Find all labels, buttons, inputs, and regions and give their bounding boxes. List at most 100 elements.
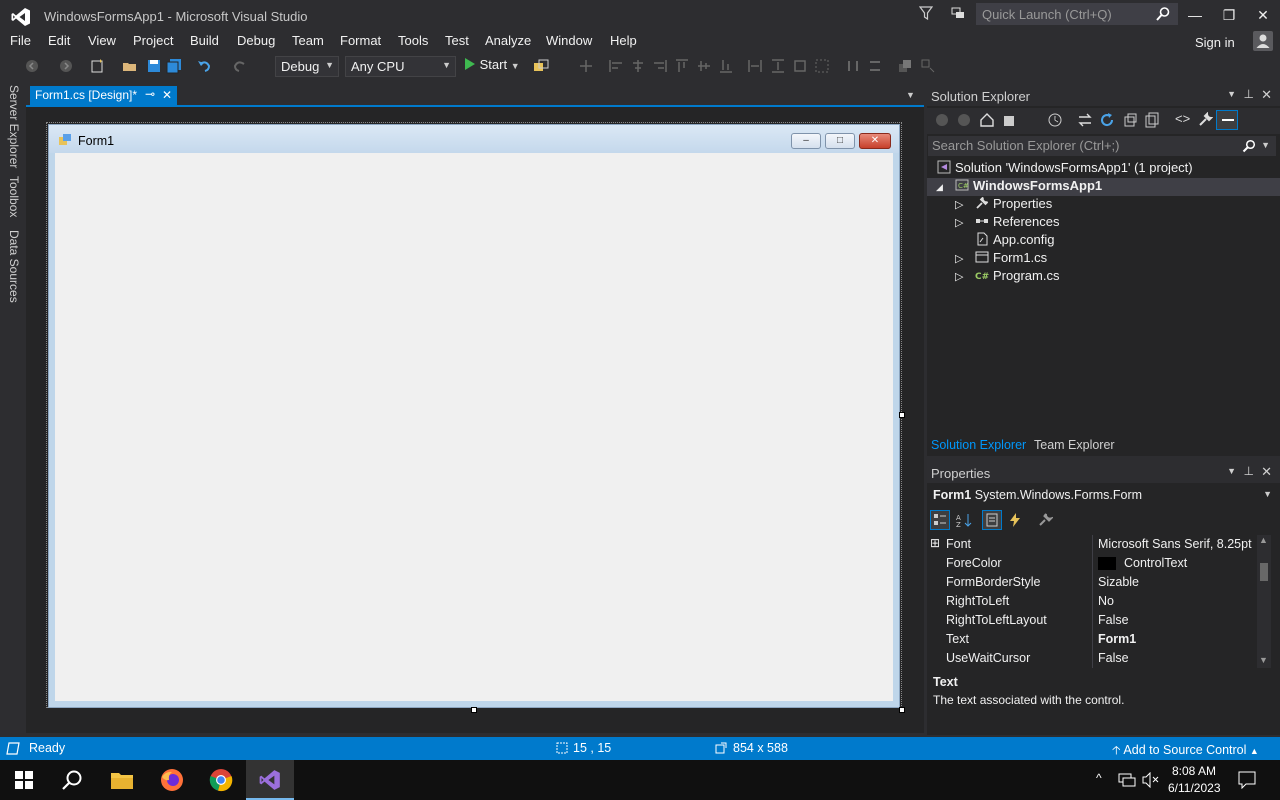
menu-help[interactable]: Help <box>610 33 637 48</box>
tree-item-properties[interactable]: ▷ Properties <box>955 196 1052 214</box>
menu-test[interactable]: Test <box>445 33 469 48</box>
align-tops-icon[interactable] <box>674 58 690 74</box>
property-pages-wrench-icon[interactable] <box>1037 512 1053 528</box>
align-lefts-icon[interactable] <box>608 58 624 74</box>
open-file-icon[interactable] <box>122 58 138 74</box>
scroll-up-icon[interactable]: ▲ <box>1259 535 1268 545</box>
pin-pane-icon[interactable]: ⊥ <box>1244 87 1254 101</box>
vertical-spacing-icon[interactable] <box>867 58 883 74</box>
property-value[interactable]: Sizable <box>1098 575 1139 589</box>
horizontal-spacing-icon[interactable] <box>845 58 861 74</box>
property-value[interactable]: Microsoft Sans Serif, 8.25pt <box>1098 537 1252 551</box>
make-same-height-icon[interactable] <box>770 58 786 74</box>
pane-options-icon[interactable]: ▼ <box>1227 89 1236 99</box>
align-to-grid-icon[interactable] <box>578 58 594 74</box>
document-dropdown-icon[interactable]: ▼ <box>906 90 915 100</box>
sync-with-active-document-icon[interactable] <box>1077 112 1093 128</box>
bring-to-front-icon[interactable] <box>897 58 913 74</box>
show-hidden-icons-chevron-icon[interactable]: ^ <box>1096 771 1102 785</box>
expand-property-icon[interactable]: ⊞ <box>930 536 940 550</box>
navigate-back-icon[interactable] <box>24 58 40 74</box>
solution-platform-select[interactable]: Any CPU ▼ <box>345 56 456 77</box>
save-icon[interactable] <box>146 58 162 74</box>
undo-icon[interactable] <box>196 58 212 74</box>
pin-pane-icon[interactable]: ⊥ <box>1244 464 1254 478</box>
align-bottoms-icon[interactable] <box>718 58 734 74</box>
taskbar-visual-studio[interactable] <box>246 760 294 800</box>
property-value[interactable]: ControlText <box>1124 556 1187 570</box>
notifications-icon[interactable] <box>1238 771 1256 789</box>
close-tab-icon[interactable]: ✕ <box>162 88 172 102</box>
close-pane-icon[interactable]: ✕ <box>1261 464 1272 480</box>
navigate-forward-icon[interactable] <box>58 58 74 74</box>
object-selector[interactable]: Form1 System.Windows.Forms.Form ▼ <box>927 485 1280 505</box>
events-lightning-icon[interactable] <box>1007 512 1023 528</box>
alphabetical-sort-icon[interactable]: AZ <box>956 512 972 528</box>
taskbar-time[interactable]: 8:08 AM <box>1172 764 1216 778</box>
minimize-button[interactable]: — <box>1178 0 1212 30</box>
new-project-icon[interactable] <box>89 58 105 74</box>
preview-selected-items-button[interactable] <box>1216 110 1238 130</box>
property-value[interactable]: No <box>1098 594 1114 608</box>
server-explorer-tab[interactable]: Server Explorer <box>7 85 21 168</box>
feedback-icon[interactable] <box>950 5 966 21</box>
property-value[interactable]: False <box>1098 613 1129 627</box>
make-same-width-icon[interactable] <box>747 58 763 74</box>
view-code-icon[interactable]: <> <box>1175 111 1190 126</box>
menu-format[interactable]: Format <box>340 33 381 48</box>
filter-notifications-icon[interactable] <box>919 6 933 20</box>
solution-configuration-select[interactable]: Debug ▼ <box>275 56 339 77</box>
collapsed-arrow-icon[interactable]: ▷ <box>955 270 975 283</box>
tree-item-program-cs[interactable]: ▷ C# Program.cs <box>955 268 1059 286</box>
save-all-icon[interactable] <box>166 58 182 74</box>
tab-solution-explorer[interactable]: Solution Explorer <box>931 438 1026 452</box>
property-grid-scrollbar[interactable]: ▲ ▼ <box>1257 535 1271 668</box>
scrollbar-thumb[interactable] <box>1260 563 1268 581</box>
quick-launch-input[interactable]: Quick Launch (Ctrl+Q) <box>976 3 1178 25</box>
taskbar-chrome[interactable] <box>197 760 245 800</box>
form1-designer[interactable]: Form1 – □ ✕ <box>48 124 900 708</box>
show-all-files-icon[interactable] <box>1144 112 1160 128</box>
collapsed-arrow-icon[interactable]: ▷ <box>955 198 975 211</box>
close-pane-icon[interactable]: ✕ <box>1261 87 1272 103</box>
taskbar-search-button[interactable] <box>48 760 96 800</box>
resize-handle-right[interactable] <box>899 412 905 418</box>
menu-file[interactable]: File <box>10 33 31 48</box>
align-centers-icon[interactable] <box>630 58 646 74</box>
toolbox-tab[interactable]: Toolbox <box>7 176 21 217</box>
back-icon[interactable] <box>935 113 949 127</box>
pin-tab-icon[interactable]: ⊸ <box>145 87 155 101</box>
taskbar-file-explorer[interactable] <box>97 760 145 800</box>
tree-item-references[interactable]: ▷ References <box>955 214 1059 232</box>
breakpoint-window-icon[interactable] <box>533 58 549 74</box>
tab-form1-design[interactable]: Form1.cs [Design]* ⊸ ✕ <box>30 86 177 105</box>
menu-build[interactable]: Build <box>190 33 219 48</box>
collapsed-arrow-icon[interactable]: ▷ <box>955 252 975 265</box>
form-maximize-button[interactable]: □ <box>825 133 855 149</box>
tab-order-icon[interactable] <box>920 58 936 74</box>
refresh-icon[interactable] <box>1099 112 1115 128</box>
property-value[interactable]: False <box>1098 651 1129 665</box>
solution-explorer-search-input[interactable]: Search Solution Explorer (Ctrl+;) ▼ <box>928 136 1276 156</box>
form-client-area[interactable] <box>55 153 893 701</box>
add-to-source-control-button[interactable]: 🡡 Add to Source Control ▲ <box>1112 741 1259 762</box>
resize-handle-corner[interactable] <box>899 707 905 713</box>
expanded-arrow-icon[interactable]: ◢ <box>936 182 955 193</box>
menu-debug[interactable]: Debug <box>237 33 275 48</box>
menu-analyze[interactable]: Analyze <box>485 33 531 48</box>
pane-options-icon[interactable]: ▼ <box>1227 466 1236 476</box>
restore-button[interactable]: ❐ <box>1212 0 1246 30</box>
properties-wrench-icon[interactable] <box>1197 112 1213 128</box>
start-debugging-button[interactable]: Start ▼ <box>464 57 520 75</box>
categorized-button[interactable] <box>930 510 950 530</box>
size-to-grid-icon[interactable] <box>814 58 830 74</box>
tab-team-explorer[interactable]: Team Explorer <box>1034 438 1115 452</box>
volume-muted-icon[interactable] <box>1142 772 1160 788</box>
align-middles-icon[interactable] <box>696 58 712 74</box>
sign-in-link[interactable]: Sign in <box>1195 35 1235 50</box>
tree-item-app-config[interactable]: App.config <box>975 232 1054 250</box>
redo-icon[interactable] <box>232 58 248 74</box>
menu-edit[interactable]: Edit <box>48 33 70 48</box>
data-sources-tab[interactable]: Data Sources <box>7 230 21 303</box>
menu-team[interactable]: Team <box>292 33 324 48</box>
